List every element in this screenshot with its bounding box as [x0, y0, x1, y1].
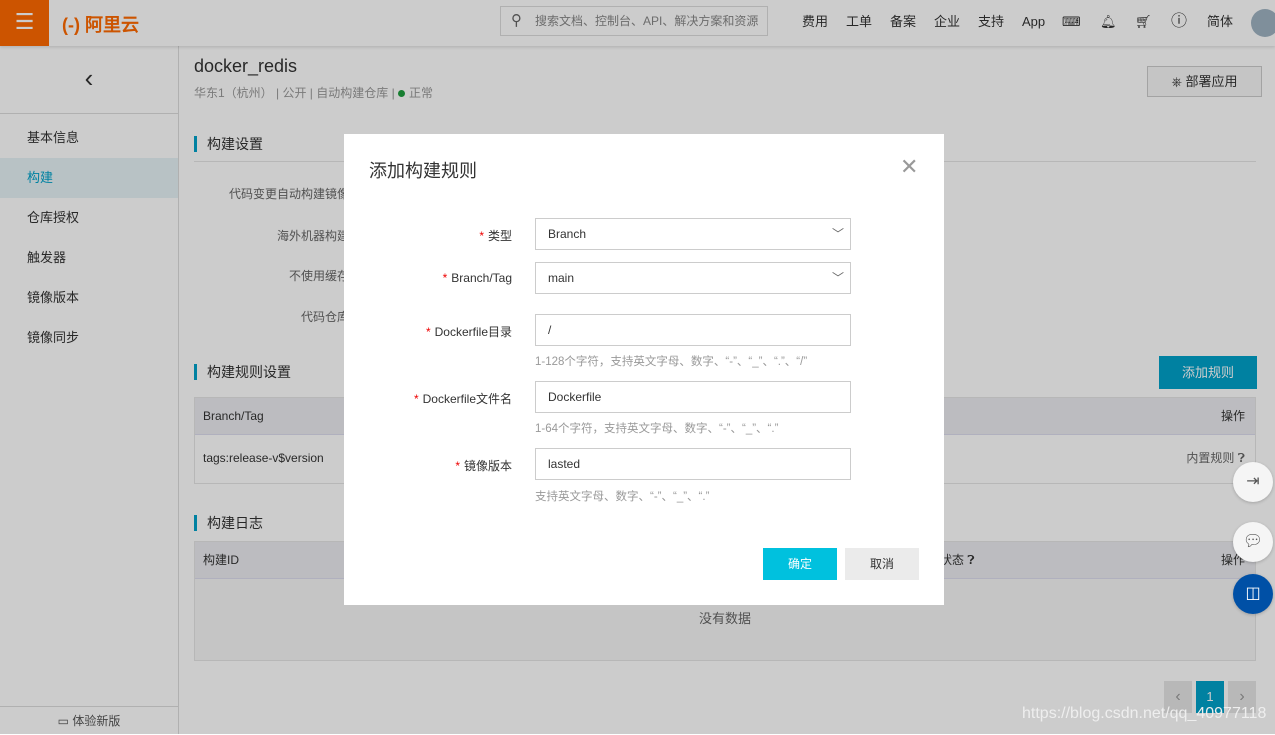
branch-tag-select[interactable]: main ﹀ — [535, 262, 851, 294]
field-label-filename: * Dockerfile文件名 — [413, 392, 512, 406]
select-value: Branch — [548, 227, 587, 241]
add-build-rule-dialog: 添加构建规则 ✕ * 类型 Branch ﹀ * Branch/Tag main ﹀ *… — [344, 134, 944, 605]
confirm-button[interactable]: 确定 — [763, 548, 837, 580]
chevron-down-icon: ﹀ — [831, 271, 844, 285]
watermark: https://blog.csdn.net/qq_40977118 — [1022, 705, 1267, 722]
label-text: Dockerfile文件名 — [422, 392, 512, 406]
select-value: main — [548, 271, 575, 285]
field-label-type: * 类型 — [479, 229, 512, 243]
type-select[interactable]: Branch ﹀ — [535, 218, 851, 250]
label-text: 类型 — [487, 229, 512, 243]
close-icon[interactable]: ✕ — [900, 154, 918, 180]
chevron-down-icon: ﹀ — [831, 227, 844, 241]
dialog-title: 添加构建规则 — [369, 161, 477, 181]
chat-icon[interactable]: 💬︎ — [1233, 522, 1273, 562]
cancel-button[interactable]: 取消 — [845, 548, 919, 580]
field-label-version: * 镜像版本 — [455, 459, 512, 473]
dockerfile-dir-input[interactable]: / — [535, 314, 851, 346]
filename-hint: 1-64个字符，支持英文字母、数字、“-”、“_”、“.” — [535, 423, 779, 435]
dir-hint: 1-128个字符，支持英文字母、数字、“-”、“_”、“.”、“/” — [535, 356, 808, 368]
field-label-branch: * Branch/Tag — [442, 271, 512, 285]
label-text: Branch/Tag — [451, 271, 512, 285]
image-version-input[interactable]: lasted — [535, 448, 851, 480]
dockerfile-name-input[interactable]: Dockerfile — [535, 381, 851, 413]
label-text: Dockerfile目录 — [434, 325, 512, 339]
label-text: 镜像版本 — [463, 459, 512, 473]
screen-share-icon[interactable]: ⇥ — [1233, 462, 1273, 502]
apps-icon[interactable]: ◫ — [1233, 574, 1273, 614]
field-label-dir: * Dockerfile目录 — [425, 325, 512, 339]
version-hint: 支持英文字母、数字、“-”、“_”、“.” — [535, 491, 710, 503]
